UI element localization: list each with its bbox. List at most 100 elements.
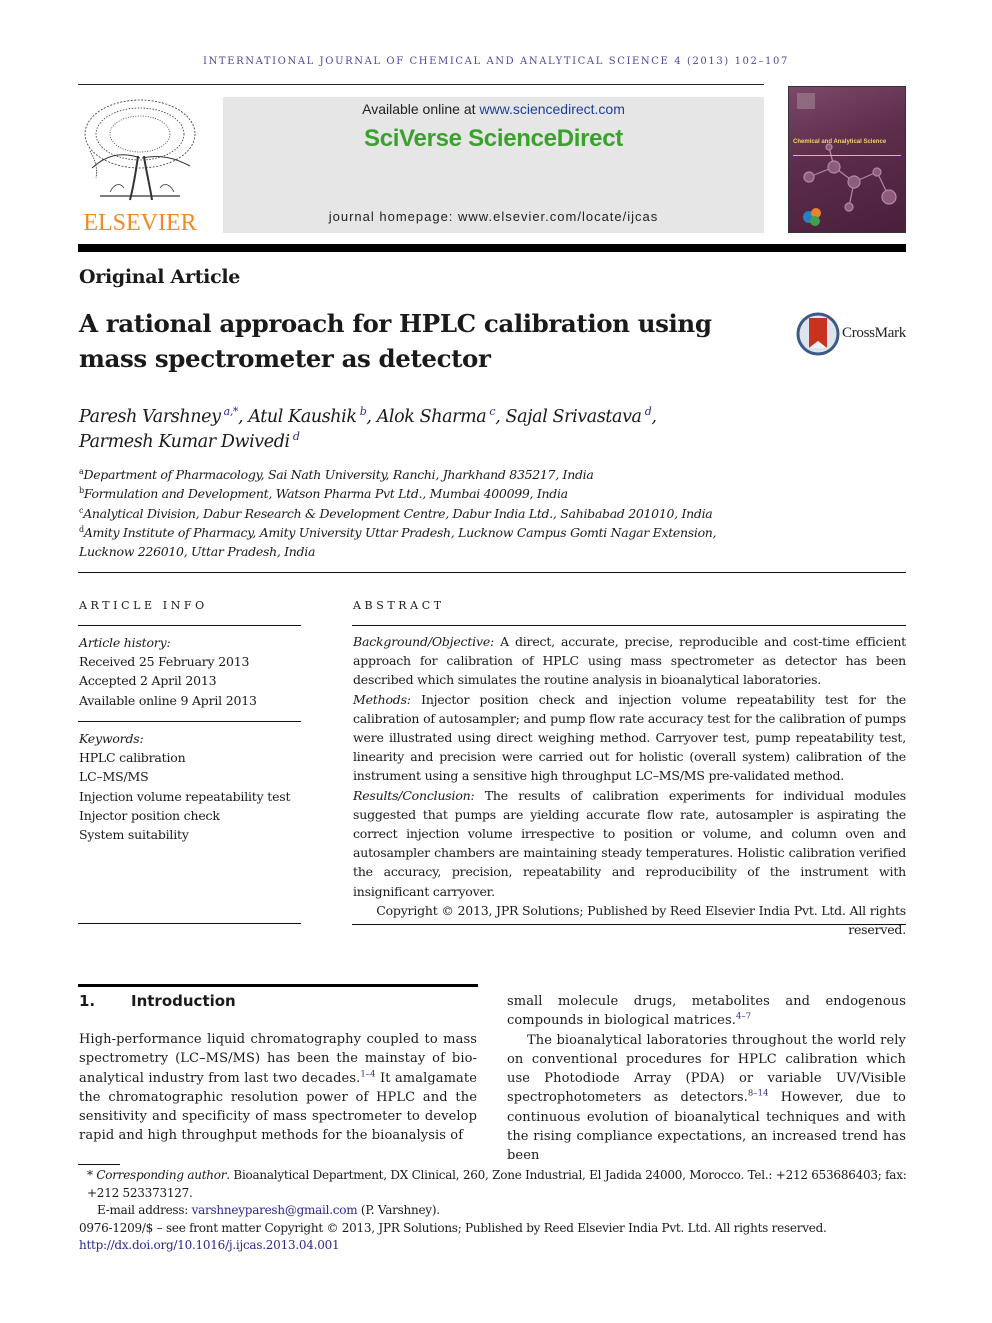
author-sep: , <box>238 407 249 427</box>
available-online-line: Available online at www.sciencedirect.co… <box>223 101 764 117</box>
corresponding-author-note: * Corresponding author. Bioanalytical De… <box>79 1167 907 1202</box>
abstract-section-head: Methods: <box>353 691 411 707</box>
paragraph: The bioanalytical laboratories throughou… <box>507 1031 906 1166</box>
author-name: Atul Kaushik <box>248 407 357 427</box>
sciencedirect-link[interactable]: www.sciencedirect.com <box>479 101 625 117</box>
affiliation-text: Department of Pharmacology, Sai Nath Uni… <box>83 467 594 482</box>
corresponding-label: Corresponding author <box>96 1168 227 1182</box>
sciencedirect-band: Available online at www.sciencedirect.co… <box>223 97 764 233</box>
author-sep: , <box>495 407 506 427</box>
keyword: HPLC calibration <box>79 750 186 766</box>
issn-line: 0976-1209/$ – see front matter Copyright… <box>79 1220 827 1235</box>
abstract-copyright: Copyright © 2013, JPR Solutions; Publish… <box>376 902 906 938</box>
keywords-title: Keywords: <box>79 731 144 746</box>
section-heading: 1. Introduction <box>79 992 236 1010</box>
masthead-top-rule <box>78 84 764 85</box>
abstract-rule <box>352 625 906 626</box>
affiliation-text: Amity Institute of Pharmacy, Amity Unive… <box>79 524 717 560</box>
keyword: System suitability <box>79 827 189 843</box>
section-title: Introduction <box>131 992 236 1010</box>
keywords-rule <box>78 721 301 722</box>
author-affil-link[interactable]: a,* <box>224 405 239 418</box>
author-sep: , <box>366 407 377 427</box>
crossmark-badge[interactable]: CrossMark <box>796 312 908 356</box>
available-online-prefix: Available online at <box>362 101 480 117</box>
article-history-title: Article history: <box>79 635 171 650</box>
cover-journal-title: Chemical and Analytical Science <box>793 139 887 145</box>
author-affil-link[interactable]: d <box>293 430 300 443</box>
abstract-section: Methods: Injector position check and inj… <box>353 690 906 786</box>
elsevier-wordmark: ELSEVIER <box>83 210 197 236</box>
keyword: Injector position check <box>79 807 220 823</box>
cover-rule <box>793 155 901 156</box>
abstract-section-head: Background/Objective: <box>353 634 495 649</box>
history-item: Available online 9 April 2013 <box>79 692 257 708</box>
footnotes: * Corresponding author. Bioanalytical De… <box>79 1167 907 1255</box>
section-number: 1. <box>79 992 96 1010</box>
affiliation-text: Formulation and Development, Watson Phar… <box>83 486 568 502</box>
abstract-section-head: Results/Conclusion: <box>353 787 475 803</box>
header-divider <box>78 572 906 573</box>
article-history: Article history: Received 25 February 20… <box>79 633 302 710</box>
citation-link[interactable]: 4–7 <box>736 1011 751 1021</box>
journal-cover-thumbnail: Chemical and Analytical Science <box>788 86 906 233</box>
email-link[interactable]: varshneyparesh@gmail.com <box>192 1203 358 1217</box>
author: Sajal Srivastava d, <box>505 406 657 427</box>
keywords: Keywords: HPLC calibration LC–MS/MS Inje… <box>79 729 302 844</box>
keyword: Injection volume repeatability test <box>79 788 291 804</box>
crossmark-icon <box>796 312 840 356</box>
affiliation: dAmity Institute of Pharmacy, Amity Univ… <box>79 523 729 562</box>
author-sep: , <box>651 407 657 427</box>
crossmark-label: CrossMark <box>842 325 906 341</box>
paragraph: High-performance liquid chromatography c… <box>79 1030 477 1146</box>
email-suffix: (P. Varshney). <box>357 1203 440 1217</box>
author: Alok Sharma c, <box>376 406 506 427</box>
abstract-section-text: Injector position check and injection vo… <box>353 691 906 784</box>
abstract-bottom-rule <box>352 924 906 925</box>
affiliation: aDepartment of Pharmacology, Sai Nath Un… <box>79 465 779 484</box>
abstract-section: Results/Conclusion: The results of calib… <box>353 786 906 901</box>
email-note: E-mail address: varshneyparesh@gmail.com… <box>79 1202 907 1220</box>
email-label: E-mail address: <box>97 1203 192 1217</box>
article-title: A rational approach for HPLC calibration… <box>79 309 712 373</box>
section-bar <box>78 984 478 987</box>
author: Paresh Varshney a,*, <box>79 405 249 427</box>
paragraph-text: small molecule drugs, metabolites and en… <box>507 994 906 1029</box>
article-info-rule <box>78 625 301 626</box>
abstract-label: ABSTRACT <box>353 599 445 612</box>
author-name: Paresh Varshney <box>79 407 221 427</box>
affiliation: bFormulation and Development, Watson Pha… <box>79 484 779 503</box>
author-list: Paresh Varshney a,*, Atul Kaushik b, Alo… <box>79 405 779 455</box>
body-column-left: High-performance liquid chromatography c… <box>79 1030 477 1146</box>
paragraph: small molecule drugs, metabolites and en… <box>507 992 906 1031</box>
affiliation: cAnalytical Division, Dabur Research & D… <box>79 504 779 523</box>
doi-link[interactable]: http://dx.doi.org/10.1016/j.ijcas.2013.0… <box>79 1237 907 1255</box>
article-type: Original Article <box>79 266 241 288</box>
masthead-bottom-bar <box>78 244 906 252</box>
running-head: International Journal of Chemical and An… <box>203 56 789 67</box>
sciverse-sciencedirect-brand: SciVerse ScienceDirect <box>364 125 623 152</box>
citation-link[interactable]: 8–14 <box>748 1088 769 1098</box>
elsevier-logo: ELSEVIER <box>78 96 202 238</box>
affiliation-text: Analytical Division, Dabur Research & De… <box>83 505 713 521</box>
affiliation-list: aDepartment of Pharmacology, Sai Nath Un… <box>79 465 779 561</box>
article-info-bottom-rule <box>78 923 301 924</box>
body-column-right: small molecule drugs, metabolites and en… <box>507 992 906 1166</box>
article-info-label: ARTICLE INFO <box>79 599 208 612</box>
footnote-marker: * <box>87 1168 93 1182</box>
author: Atul Kaushik b, <box>248 406 377 427</box>
author: Parmesh Kumar Dwivedi d <box>79 430 300 452</box>
abstract-section: Background/Objective: A direct, accurate… <box>353 632 906 690</box>
history-item: Received 25 February 2013 <box>79 654 250 670</box>
footnote-rule <box>78 1164 120 1165</box>
history-item: Accepted 2 April 2013 <box>79 673 217 689</box>
elsevier-tree-icon <box>84 99 196 201</box>
author-name: Alok Sharma <box>376 407 487 427</box>
abstract-section-text: The results of calibration experiments f… <box>353 787 906 899</box>
author-name: Parmesh Kumar Dwivedi <box>79 432 290 452</box>
author-name: Sajal Srivastava <box>505 407 642 427</box>
citation-link[interactable]: 1–4 <box>360 1068 375 1078</box>
journal-homepage-link[interactable]: journal homepage: www.elsevier.com/locat… <box>223 209 764 224</box>
abstract-body: Background/Objective: A direct, accurate… <box>353 632 906 939</box>
cover-molecule-icon <box>797 93 897 226</box>
